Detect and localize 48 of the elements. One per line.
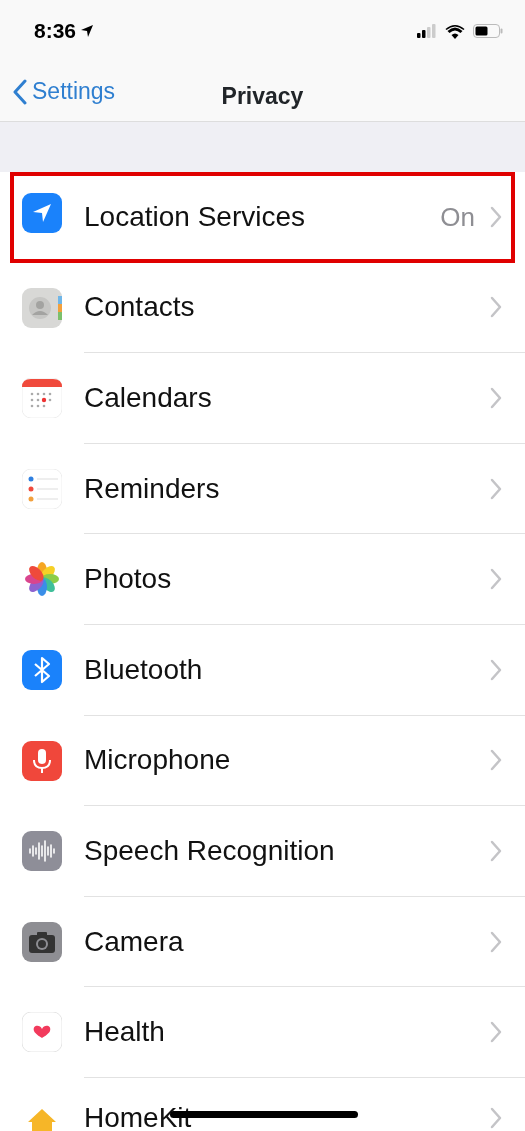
row-label: Reminders: [84, 471, 220, 506]
row-label: Health: [84, 1015, 165, 1050]
chevron-icon: [489, 839, 503, 862]
settings-row[interactable]: Photos: [0, 534, 525, 625]
contacts-icon: [22, 287, 62, 328]
wifi-icon: [445, 23, 465, 39]
row-label: Photos: [84, 562, 172, 597]
row-label: Calendars: [84, 381, 212, 415]
settings-row[interactable]: Contacts: [0, 262, 525, 354]
settings-row[interactable]: Calendars: [0, 353, 525, 444]
back-button[interactable]: Settings: [0, 74, 116, 109]
waveform-icon: [22, 831, 62, 872]
location-arrow-icon: [80, 24, 95, 38]
chevron-icon: [489, 1021, 503, 1044]
settings-row[interactable]: Health: [0, 987, 525, 1078]
microphone-icon: [22, 740, 62, 781]
settings-row[interactable]: Bluetooth: [0, 624, 525, 716]
settings-row[interactable]: Reminders: [0, 443, 525, 535]
row-label: Camera: [84, 924, 184, 959]
reminders-list-icon: [22, 468, 62, 509]
clock-time: 8:36: [34, 18, 77, 45]
row-label: Contacts: [84, 290, 195, 325]
chevron-icon: [489, 749, 503, 772]
chevron-icon: [489, 206, 503, 229]
row-label: Location Services: [84, 200, 305, 235]
signal-icon: [417, 24, 437, 38]
chevron-icon: [489, 296, 503, 319]
page-title: Privacy: [221, 83, 304, 109]
chevron-icon: [489, 658, 503, 681]
chevron-icon: [489, 387, 503, 409]
battery-icon: [473, 24, 503, 38]
settings-row[interactable]: Microphone: [0, 715, 525, 807]
settings-row[interactable]: Speech Recognition: [0, 806, 525, 897]
chevron-icon: [489, 477, 503, 500]
row-label: Speech Recognition: [84, 833, 335, 868]
bluetooth-icon: [22, 649, 62, 690]
heart-icon: [22, 1012, 62, 1053]
calendar-icon: [22, 378, 62, 419]
settings-row[interactable]: Camera: [0, 896, 525, 988]
row-value: On: [440, 200, 475, 234]
chevron-icon: [489, 1106, 503, 1129]
row-label: Bluetooth: [84, 652, 203, 687]
chevron-icon: [489, 568, 503, 591]
settings-row[interactable]: Location Services On: [10, 172, 515, 263]
camera-icon: [22, 921, 62, 962]
row-label: Microphone: [84, 743, 231, 778]
chevron-icon: [489, 930, 503, 953]
back-chevron-icon: [12, 78, 28, 105]
